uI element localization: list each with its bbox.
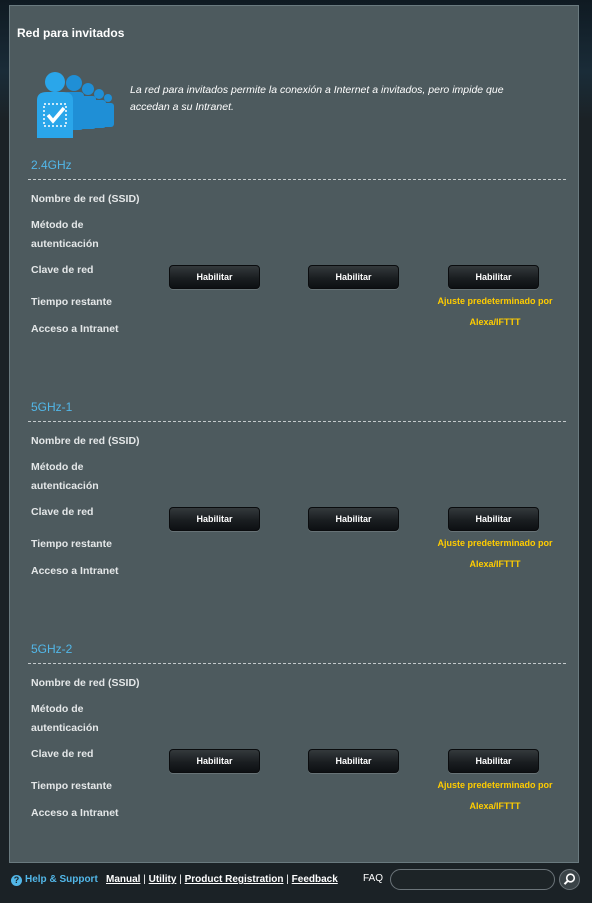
auth-label-line1: Método de (31, 219, 84, 231)
enable-button-1[interactable]: Habilitar (169, 265, 260, 289)
search-icon (563, 873, 576, 885)
alexa-note-line2: Alexa/IFTTT (469, 317, 521, 327)
section-divider (28, 421, 566, 422)
intranet-label: Acceso a Intranet (31, 565, 119, 577)
auth-label-line1: Método de (31, 703, 84, 715)
faq-label: FAQ (363, 873, 384, 884)
guest-network-panel: Red para invitados La red para invitados… (9, 5, 579, 863)
help-support-link[interactable]: Help & Support (25, 874, 98, 885)
manual-link[interactable]: Manual (106, 874, 140, 885)
footer-links: Manual | Utility | Product Registration … (106, 874, 338, 885)
enable-button-3[interactable]: Habilitar (448, 265, 539, 289)
alexa-note-line1: Ajuste predeterminado por (437, 296, 553, 306)
key-label: Clave de red (31, 748, 94, 760)
key-label: Clave de red (31, 264, 94, 276)
section-5ghz-1: 5GHz-1 Nombre de red (SSID) Método de au… (10, 400, 580, 630)
alexa-note-line1: Ajuste predeterminado por (437, 780, 553, 790)
alexa-note-line1: Ajuste predeterminado por (437, 538, 553, 548)
ssid-label: Nombre de red (SSID) (31, 435, 140, 447)
enable-button-2[interactable]: Habilitar (308, 507, 399, 531)
time-label: Tiempo restante (31, 780, 112, 792)
feedback-link[interactable]: Feedback (292, 874, 338, 885)
intranet-label: Acceso a Intranet (31, 323, 119, 335)
section-title: 5GHz-2 (31, 642, 73, 656)
section-divider (28, 663, 566, 664)
section-title: 5GHz-1 (31, 400, 73, 414)
time-label: Tiempo restante (31, 296, 112, 308)
auth-label-line1: Método de (31, 461, 84, 473)
alexa-note-line2: Alexa/IFTTT (469, 801, 521, 811)
ssid-label: Nombre de red (SSID) (31, 193, 140, 205)
enable-button-3[interactable]: Habilitar (448, 507, 539, 531)
ssid-label: Nombre de red (SSID) (31, 677, 140, 689)
guest-users-icon (37, 72, 114, 138)
help-icon: ? (11, 875, 22, 886)
alexa-note-line2: Alexa/IFTTT (469, 559, 521, 569)
auth-label-line2: autenticación (31, 722, 99, 734)
enable-button-2[interactable]: Habilitar (308, 749, 399, 773)
intranet-label: Acceso a Intranet (31, 807, 119, 819)
section-5ghz-2: 5GHz-2 Nombre de red (SSID) Método de au… (10, 642, 580, 872)
time-label: Tiempo restante (31, 538, 112, 550)
section-divider (28, 179, 566, 180)
utility-link[interactable]: Utility (149, 874, 177, 885)
enable-button-3[interactable]: Habilitar (448, 749, 539, 773)
section-2-4ghz: 2.4GHz Nombre de red (SSID) Método de au… (10, 158, 580, 388)
product-registration-link[interactable]: Product Registration (185, 874, 284, 885)
footer: ? Help & Support Manual | Utility | Prod… (0, 866, 592, 894)
enable-button-2[interactable]: Habilitar (308, 265, 399, 289)
intro-description: La red para invitados permite la conexió… (130, 84, 504, 113)
faq-search-input[interactable] (390, 869, 555, 890)
auth-label-line2: autenticación (31, 480, 99, 492)
key-label: Clave de red (31, 506, 94, 518)
page-title: Red para invitados (17, 26, 125, 40)
enable-button-1[interactable]: Habilitar (169, 507, 260, 531)
auth-label-line2: autenticación (31, 238, 99, 250)
section-title: 2.4GHz (31, 158, 72, 172)
enable-button-1[interactable]: Habilitar (169, 749, 260, 773)
search-button[interactable] (559, 869, 580, 890)
